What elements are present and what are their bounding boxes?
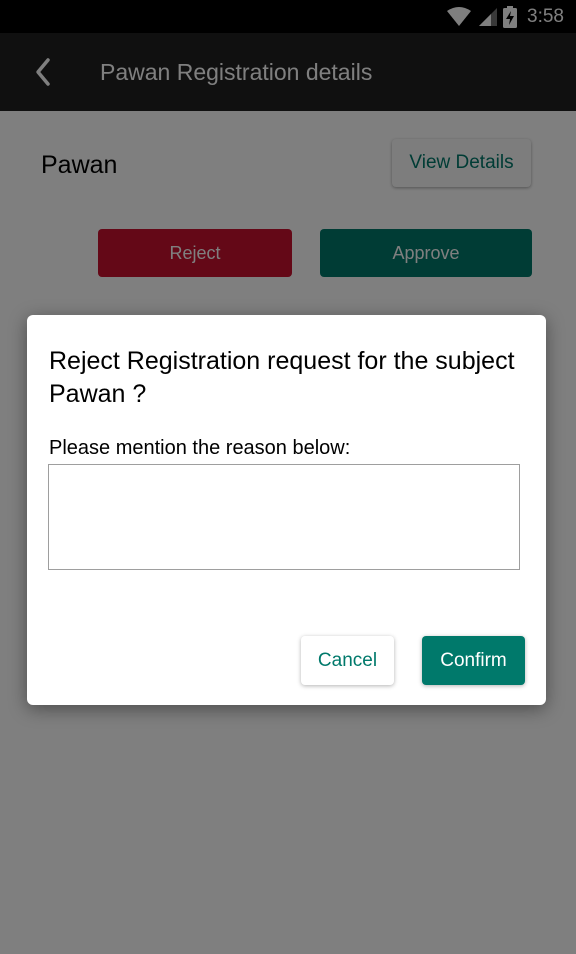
reason-prompt: Please mention the reason below: bbox=[49, 437, 351, 459]
dialog-title: Reject Registration request for the subj… bbox=[49, 347, 515, 408]
reason-input[interactable] bbox=[48, 464, 520, 570]
reject-dialog: Reject Registration request for the subj… bbox=[27, 315, 546, 705]
confirm-button[interactable]: Confirm bbox=[422, 636, 525, 685]
cancel-button[interactable]: Cancel bbox=[301, 636, 394, 685]
modal-scrim-top bbox=[0, 0, 576, 111]
